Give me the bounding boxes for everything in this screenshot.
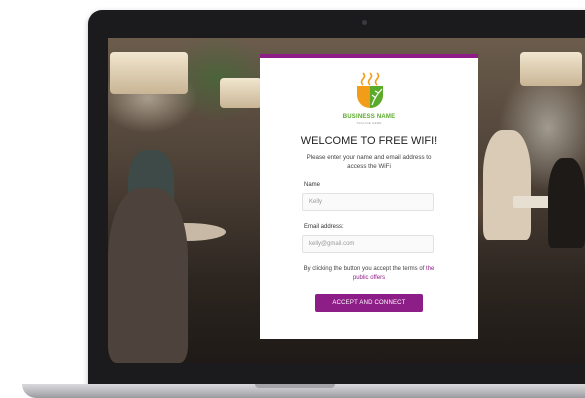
business-name: BUSINESS NAME	[342, 114, 396, 120]
terms-prefix: By clicking the button you accept the te…	[303, 266, 425, 272]
accept-and-connect-button[interactable]: ACCEPT AND CONNECT	[315, 294, 423, 312]
seated-person	[548, 158, 585, 248]
portal-title: WELCOME TO FREE WIFI!	[300, 135, 438, 147]
portal-subtitle: Please enter your name and email address…	[306, 154, 432, 170]
pendant-lamp	[220, 78, 262, 108]
terms-text: By clicking the button you accept the te…	[296, 265, 442, 282]
seated-person	[108, 188, 188, 363]
wifi-login-modal: BUSINESS NAME TAGLINE HERE WELCOME TO FR…	[260, 54, 478, 339]
laptop-notch	[255, 384, 335, 388]
name-label: Name	[304, 182, 321, 188]
seated-person	[483, 130, 531, 240]
business-tagline: TAGLINE HERE	[356, 121, 382, 125]
pendant-lamp	[110, 52, 188, 94]
name-input[interactable]: Kelly	[302, 193, 434, 211]
coffee-leaf-logo-icon	[357, 72, 383, 108]
webcam-icon	[362, 20, 367, 25]
pendant-lamp	[520, 52, 582, 86]
email-label: Email address:	[304, 224, 344, 230]
email-input[interactable]: kelly@gmail.com	[302, 235, 434, 253]
